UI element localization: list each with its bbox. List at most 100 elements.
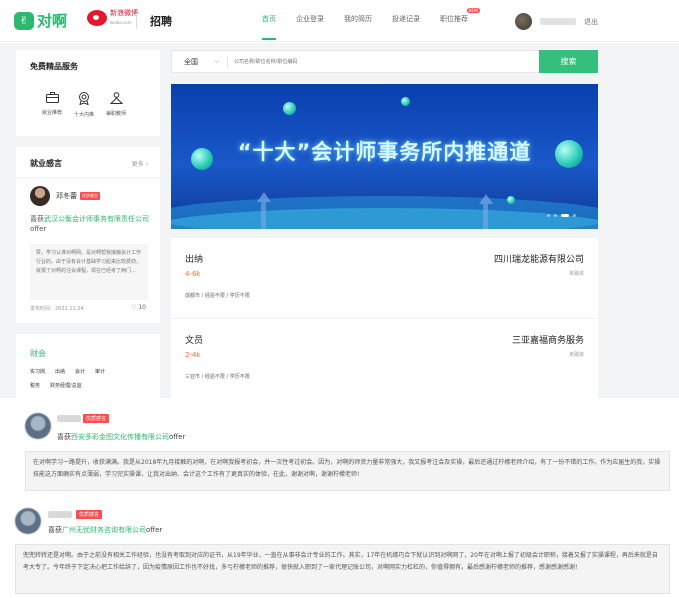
promo-banner[interactable]: “十大”会计师事务所内推通道 xyxy=(171,84,598,229)
quality-tag: 优质感言 xyxy=(76,510,103,519)
author-avatar xyxy=(15,508,41,534)
offer-company-link[interactable]: 武汉公衡会计师事务有限责任公司 xyxy=(44,215,149,223)
search-button[interactable]: 搜索 xyxy=(539,50,598,73)
testimonial-quote: 在对啊学习一路提升，收获满满。我是从2018年九月接触的对啊，在对啊我报考初会，… xyxy=(25,451,670,491)
job-title: 出纳 xyxy=(185,255,204,265)
testimonial-panel: 就业感言 更多 › 邓冬蕾 优质感言 喜获武汉公衡会计师事务有限责任公司 offe… xyxy=(16,147,160,323)
nav-job-recommend-label: 职位推荐 xyxy=(440,15,468,23)
heart-icon: ♡ xyxy=(131,304,137,311)
author-name-blurred xyxy=(48,511,72,518)
category-row: 税务 财务经理/总监 xyxy=(30,382,92,389)
logout-link[interactable]: 退出 xyxy=(584,17,598,27)
author-name-blurred xyxy=(57,415,81,422)
nav-applications[interactable]: 投递记录 xyxy=(392,14,420,28)
carousel-dot[interactable] xyxy=(547,214,550,217)
category-title[interactable]: 财会 xyxy=(30,348,46,359)
new-badge: NEW xyxy=(466,8,480,13)
weibo-partner-logo: 新浪微博 weibo.com xyxy=(87,9,138,27)
nav-my-resume[interactable]: 我的简历 xyxy=(344,14,372,28)
logo-text: 对啊 xyxy=(37,12,68,30)
offer-prefix: 喜获 xyxy=(48,526,62,534)
brand-title: 招聘 xyxy=(150,15,172,28)
category-link[interactable]: 税务 xyxy=(30,382,40,389)
quality-tag: 优质感言 xyxy=(80,192,100,200)
banner-orb xyxy=(401,97,410,106)
weibo-icon xyxy=(87,10,107,26)
job-meta: 三亚市 / 经验不限 / 学历不限 xyxy=(185,374,250,380)
like-button[interactable]: ♡ 10 xyxy=(131,304,146,311)
testimonial-quote: 兜兜转转还是对啊。由于之前没有相关工作经验，也没有考取到对应的证书，从19年毕业… xyxy=(15,544,670,594)
company-funding: 未融资 xyxy=(568,271,584,277)
offer-prefix: 喜获 xyxy=(30,215,44,223)
banner-arrow xyxy=(261,202,266,229)
category-link[interactable]: 出纳 xyxy=(55,368,65,375)
offer-text: 喜获武汉公衡会计师事务有限责任公司 offer xyxy=(30,214,152,234)
category-panel: 财会 实习岗 出纳 会计 审计 税务 财务经理/总监 xyxy=(16,334,160,398)
service-top-ten-referral[interactable]: 十大内推 xyxy=(68,92,100,118)
carousel-dot[interactable] xyxy=(554,214,557,217)
carousel-dots xyxy=(543,214,576,217)
testimonial-quote[interactable]: 赞，学习认准对啊网。是对啊帮我接触会计工作行业的。由于没有会计基础学习起来比较费… xyxy=(30,244,148,300)
search-input[interactable] xyxy=(234,55,534,69)
job-salary: 4-6k xyxy=(185,270,201,278)
job-salary: 2-4k xyxy=(185,351,201,359)
category-link[interactable]: 审计 xyxy=(95,368,105,375)
nav-company-login[interactable]: 企业登录 xyxy=(296,14,324,28)
like-count: 10 xyxy=(138,304,146,311)
header-divider xyxy=(136,13,137,29)
category-link[interactable]: 实习岗 xyxy=(30,368,45,375)
offer-suffix: offer xyxy=(30,225,47,233)
publish-date: 发布时间：2021.11.24 xyxy=(30,306,84,312)
offer-text: 喜获西安多彩金图文化传播有限公司offer xyxy=(57,432,185,442)
service-parttime-teacher[interactable]: 兼职教师 xyxy=(100,92,132,118)
more-label: 更多 xyxy=(131,161,144,168)
carousel-dot[interactable] xyxy=(573,214,576,217)
award-icon xyxy=(68,92,100,108)
offer-text: 喜获广州无忧财务咨询有限公司offer xyxy=(48,525,162,535)
logo-mark: ✌ xyxy=(14,11,34,30)
region-select[interactable]: 全国 xyxy=(184,57,198,67)
testimonial-author: 邓冬蕾 优质感言 xyxy=(56,191,100,201)
offer-company-link[interactable]: 西安多彩金图文化传播有限公司 xyxy=(71,433,169,441)
author-avatar xyxy=(25,413,51,439)
user-avatar[interactable] xyxy=(515,13,532,30)
service-job-recommend[interactable]: 就业推荐 xyxy=(36,92,68,118)
teacher-icon xyxy=(100,92,132,107)
chevron-down-icon[interactable]: ⌵ xyxy=(214,57,219,66)
banner-headline: “十大”会计师事务所内推通道 xyxy=(237,140,532,164)
top-header: ✌ 对啊 新浪微博 weibo.com 招聘 首页 企业登录 我的简历 投递记录… xyxy=(0,0,679,42)
main-nav: 首页 企业登录 我的简历 投递记录 职位推荐 NEW xyxy=(262,8,488,40)
banner-orb xyxy=(283,102,296,115)
offer-suffix: offer xyxy=(169,433,186,441)
banner-orb xyxy=(507,196,515,204)
partner-line1: 新浪微博 xyxy=(110,9,138,17)
job-card[interactable]: 文员 2-4k 三亚市 / 经验不限 / 学历不限 三亚嘉福商务服务 未融资 xyxy=(171,318,598,398)
company-funding: 未融资 xyxy=(568,352,584,358)
chevron-right-icon: › xyxy=(145,161,148,168)
job-meta: 成都市 / 经验不限 / 学历不限 xyxy=(185,293,250,299)
carousel-dot[interactable] xyxy=(561,214,569,217)
search-bar: 全国 ⌵ 搜索 xyxy=(171,50,598,73)
banner-arrow xyxy=(257,192,271,202)
banner-arrow xyxy=(483,204,488,229)
nav-job-recommend[interactable]: 职位推荐 NEW xyxy=(440,8,480,28)
partner-line2: weibo.com xyxy=(110,20,132,25)
category-link[interactable]: 财务经理/总监 xyxy=(50,382,82,389)
search-divider xyxy=(227,56,228,68)
services-title: 免费精品服务 xyxy=(30,62,78,71)
category-row: 实习岗 出纳 会计 审计 xyxy=(30,368,115,375)
offer-prefix: 喜获 xyxy=(57,433,71,441)
offer-company-link[interactable]: 广州无忧财务咨询有限公司 xyxy=(62,526,146,534)
services-panel: 免费精品服务 就业推荐 十大内推 兼职教师 xyxy=(16,50,160,136)
divider xyxy=(16,177,160,178)
testimonial-avatar xyxy=(30,186,50,206)
logo[interactable]: ✌ 对啊 xyxy=(14,10,67,31)
more-link[interactable]: 更多 › xyxy=(132,159,148,168)
category-link[interactable]: 会计 xyxy=(75,368,85,375)
service-label: 就业推荐 xyxy=(41,110,62,116)
nav-home[interactable]: 首页 xyxy=(262,14,276,40)
job-card[interactable]: 出纳 4-6k 成都市 / 经验不限 / 学历不限 四川瑞龙能源有限公司 未融资 xyxy=(171,238,598,318)
offer-suffix: offer xyxy=(146,526,163,534)
briefcase-icon xyxy=(36,92,68,106)
author-name: 邓冬蕾 xyxy=(56,192,77,200)
